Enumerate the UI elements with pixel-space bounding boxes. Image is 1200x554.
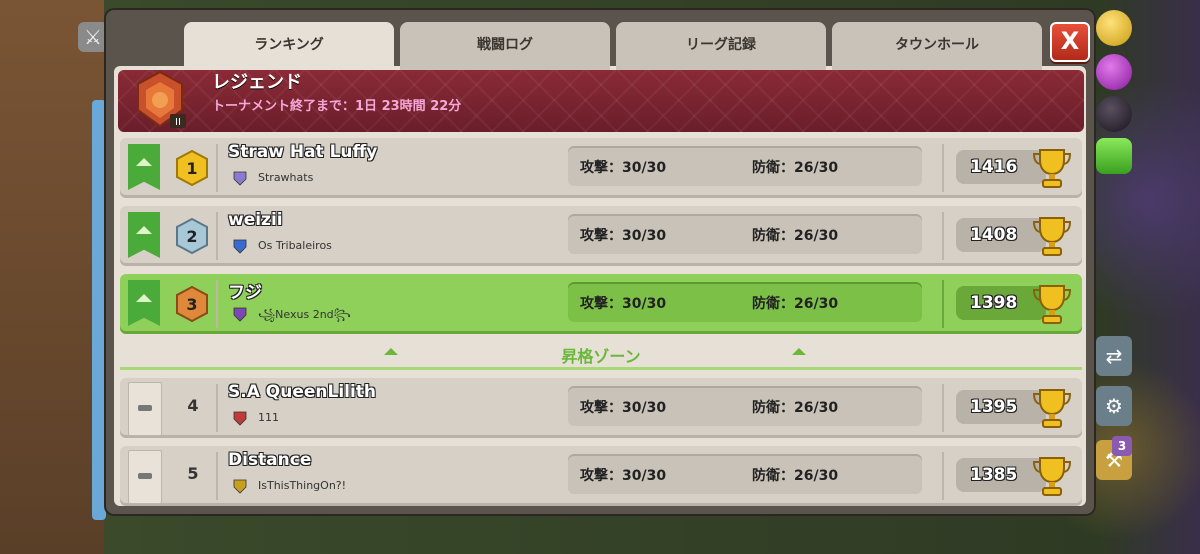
promotion-zone-divider: 昇格ゾーン	[120, 340, 1082, 374]
attack-count: 攻撃：30/30	[580, 468, 667, 484]
trophy-icon	[1032, 389, 1072, 428]
trophy-count: 1385	[970, 465, 1018, 485]
gem-resource-icon	[1096, 138, 1132, 174]
rank-same-ribbon-icon	[128, 450, 162, 504]
attack-defense-stats: 攻撃：30/30 防衛：26/30	[568, 386, 922, 426]
gold-resource-icon	[1096, 10, 1132, 46]
league-title: レジェンド	[212, 72, 302, 93]
attack-defense-stats: 攻撃：30/30 防衛：26/30	[568, 214, 922, 254]
player-name[interactable]: Distance	[228, 450, 311, 470]
rank-number: 3	[186, 295, 197, 314]
player-name[interactable]: Straw Hat Luffy	[228, 142, 377, 162]
divider	[216, 144, 218, 192]
clan-name[interactable]: 111	[258, 411, 279, 424]
rank-up-ribbon-icon	[128, 212, 160, 258]
player-name[interactable]: S.A QueenLilith	[228, 382, 376, 402]
legend-league-icon: II	[137, 70, 186, 128]
rank-same-ribbon-icon	[128, 382, 162, 436]
defense-count: 防衛：26/30	[752, 296, 839, 312]
trophy-count: 1408	[970, 225, 1018, 245]
player-name[interactable]: weizii	[228, 210, 283, 230]
leaderboard-row[interactable]: 4 S.A QueenLilith 111 攻撃：30/30 防衛：26/30 …	[120, 378, 1082, 438]
defense-count: 防衛：26/30	[752, 400, 839, 416]
background-building	[0, 0, 106, 554]
rank-up-ribbon-icon	[128, 144, 160, 190]
divider	[942, 280, 944, 328]
rank-medal-icon: 2	[176, 218, 208, 254]
leaderboard-row[interactable]: 5 Distance IsThisThingOn?! 攻撃：30/30 防衛：2…	[120, 446, 1082, 506]
dark-elixir-resource-icon	[1096, 96, 1132, 132]
attack-defense-stats: 攻撃：30/30 防衛：26/30	[568, 146, 922, 186]
tab-town-hall[interactable]: タウンホール	[832, 22, 1042, 76]
clan-badge-icon	[233, 171, 247, 186]
clan-badge-icon	[233, 479, 247, 494]
leaderboard-row[interactable]: 1 Straw Hat Luffy Strawhats 攻撃：30/30 防衛：…	[120, 138, 1082, 198]
clan-name[interactable]: IsThisThingOn?!	[258, 479, 346, 492]
divider	[942, 452, 944, 500]
leaderboard-row[interactable]: 3 フジ ꧁Nexus 2nd꧂ 攻撃：30/30 防衛：26/30 1398	[120, 274, 1082, 334]
trophy-icon	[1032, 285, 1072, 324]
clan-name[interactable]: Strawhats	[258, 171, 313, 184]
notification-badge: 3	[1112, 436, 1132, 456]
trophy-icon	[1032, 217, 1072, 256]
trophy-icon	[1032, 149, 1072, 188]
divider	[216, 452, 218, 500]
defense-count: 防衛：26/30	[752, 228, 839, 244]
attack-count: 攻撃：30/30	[580, 160, 667, 176]
rank-up-ribbon-icon	[128, 280, 160, 326]
promotion-zone-label: 昇格ゾーン	[561, 347, 641, 366]
elixir-resource-icon	[1096, 54, 1132, 90]
defense-count: 防衛：26/30	[752, 160, 839, 176]
divider	[216, 280, 218, 328]
clan-name[interactable]: ꧁Nexus 2nd꧂	[258, 307, 351, 329]
divider	[942, 212, 944, 260]
divider	[942, 384, 944, 432]
rank-medal-icon: 1	[176, 150, 208, 186]
close-button[interactable]: X	[1050, 22, 1090, 62]
tab-battle-log[interactable]: 戦闘ログ	[400, 22, 610, 76]
divider	[942, 144, 944, 192]
settings-gear-icon[interactable]: ⚙	[1096, 386, 1132, 426]
tournament-timer: トーナメント終了まで：1日 23時間 22分	[212, 99, 462, 114]
clan-badge-icon	[233, 239, 247, 254]
divider	[216, 384, 218, 432]
rank-medal-icon: 3	[176, 286, 208, 322]
trophy-count: 1416	[970, 157, 1018, 177]
clan-name[interactable]: Os Tribaleiros	[258, 239, 332, 252]
trophy-count: 1395	[970, 397, 1018, 417]
defense-count: 防衛：26/30	[752, 468, 839, 484]
attack-count: 攻撃：30/30	[580, 228, 667, 244]
divider	[216, 212, 218, 260]
attack-count: 攻撃：30/30	[580, 400, 667, 416]
trophy-icon	[1032, 457, 1072, 496]
rank-number: 5	[187, 464, 199, 483]
tab-league-history[interactable]: リーグ記録	[616, 22, 826, 76]
clan-badge-icon	[233, 411, 247, 426]
rank-number: 4	[187, 396, 199, 415]
swap-icon[interactable]: ⇄	[1096, 336, 1132, 376]
attack-defense-stats: 攻撃：30/30 防衛：26/30	[568, 282, 922, 322]
player-name[interactable]: フジ	[228, 278, 262, 303]
rank-number: 1	[186, 159, 197, 178]
league-tier: II	[175, 117, 181, 128]
rank-number: 2	[186, 227, 197, 246]
chevron-up-icon	[792, 348, 806, 355]
attack-count: 攻撃：30/30	[580, 296, 667, 312]
leaderboard-row[interactable]: 2 weizii Os Tribaleiros 攻撃：30/30 防衛：26/3…	[120, 206, 1082, 266]
trophy-count: 1398	[970, 293, 1018, 313]
clan-badge-icon	[233, 307, 247, 322]
attack-defense-stats: 攻撃：30/30 防衛：26/30	[568, 454, 922, 494]
